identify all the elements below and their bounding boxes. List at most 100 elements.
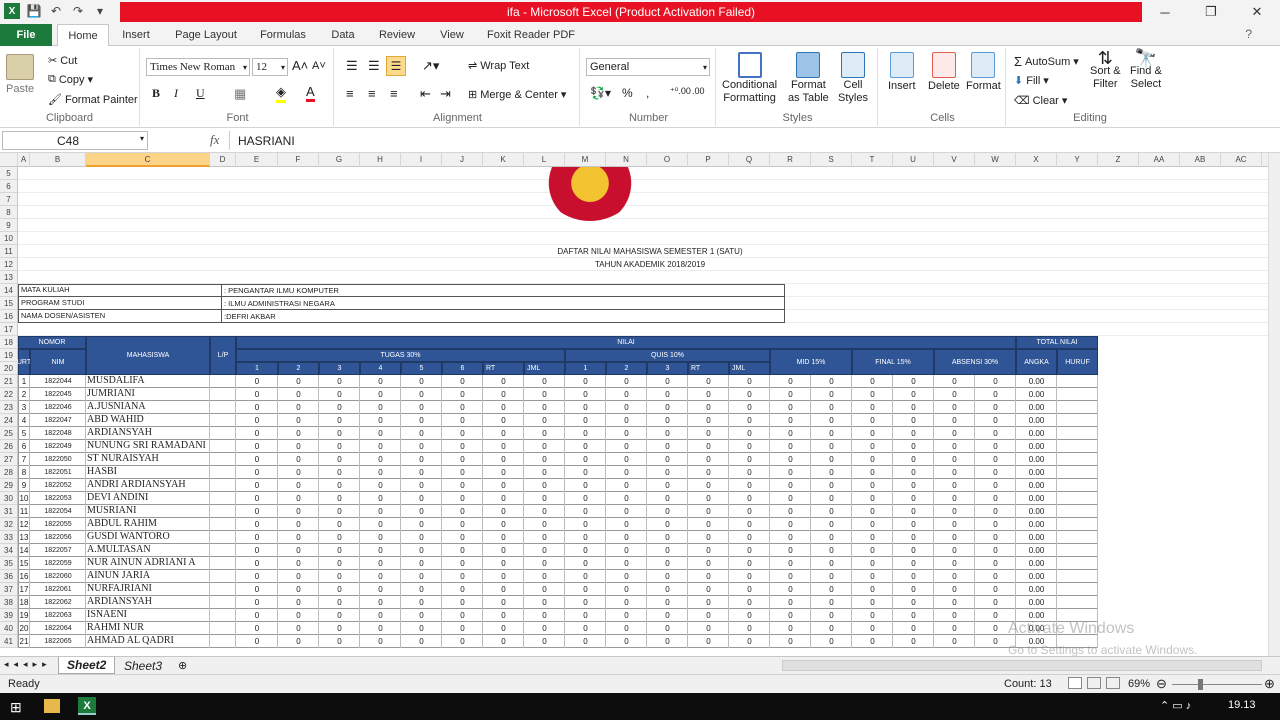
row-header-32[interactable]: 32: [0, 518, 18, 531]
minimize-button[interactable]: ─: [1142, 0, 1188, 24]
page-layout-view-icon[interactable]: [1087, 677, 1101, 689]
row-header-12[interactable]: 12: [0, 258, 18, 271]
redo-icon[interactable]: ↷: [70, 3, 86, 19]
tab-page-layout[interactable]: Page Layout: [170, 24, 242, 46]
row-header-22[interactable]: 22: [0, 388, 18, 401]
system-tray-icons[interactable]: ⌃ ▭ ♪: [1160, 699, 1191, 712]
delete-cells-button[interactable]: Delete: [928, 52, 960, 92]
page-break-view-icon[interactable]: [1106, 677, 1120, 689]
row-header-33[interactable]: 33: [0, 531, 18, 544]
find-select-button[interactable]: 🔭 Find & Select: [1130, 49, 1162, 90]
column-header-f[interactable]: F: [278, 153, 319, 167]
align-top-icon[interactable]: ☰: [346, 58, 358, 74]
row-header-34[interactable]: 34: [0, 544, 18, 557]
column-header-o[interactable]: O: [647, 153, 688, 167]
column-header-p[interactable]: P: [688, 153, 729, 167]
column-header-q[interactable]: Q: [729, 153, 770, 167]
row-header-39[interactable]: 39: [0, 609, 18, 622]
row-header-11[interactable]: 11: [0, 245, 18, 258]
align-right-icon[interactable]: ≡: [390, 86, 398, 101]
close-button[interactable]: ✕: [1234, 0, 1280, 24]
excel-taskbar-icon[interactable]: X: [78, 697, 96, 715]
zoom-slider-thumb[interactable]: [1198, 679, 1203, 690]
row-header-26[interactable]: 26: [0, 440, 18, 453]
tab-review[interactable]: Review: [374, 24, 420, 46]
cell-styles-button[interactable]: Cell Styles: [838, 52, 868, 104]
restore-button[interactable]: ❐: [1188, 0, 1234, 24]
row-header-7[interactable]: 7: [0, 193, 18, 206]
decrease-indent-icon[interactable]: ⇤: [420, 86, 431, 102]
row-header-23[interactable]: 23: [0, 401, 18, 414]
decrease-decimal-icon[interactable]: .00: [692, 86, 705, 96]
column-header-h[interactable]: H: [360, 153, 401, 167]
file-explorer-icon[interactable]: [44, 699, 60, 713]
autosum-button[interactable]: Σ AutoSum ▾: [1014, 54, 1079, 69]
cut-button[interactable]: ✂ Cut: [48, 54, 77, 68]
sort-filter-button[interactable]: ⇅ Sort & Filter: [1090, 49, 1121, 90]
column-header-n[interactable]: N: [606, 153, 647, 167]
chevron-down-icon[interactable]: ▾: [140, 134, 144, 143]
help-icon[interactable]: ?: [1245, 27, 1252, 41]
undo-icon[interactable]: ↶: [48, 3, 64, 19]
conditional-formatting-button[interactable]: Conditional Formatting: [722, 52, 777, 104]
column-header-y[interactable]: Y: [1057, 153, 1098, 167]
worksheet-grid[interactable]: A B C D E F G H I J K L M N O P Q R S T U V W X Y Z AA AB AC 5 6 7 8 9 10…: [0, 153, 1268, 656]
new-sheet-icon[interactable]: ⊕: [170, 657, 195, 674]
clear-button[interactable]: ⌫ Clear ▾: [1014, 94, 1067, 108]
column-header-g[interactable]: G: [319, 153, 360, 167]
save-icon[interactable]: 💾: [26, 3, 42, 19]
column-header-b[interactable]: B: [30, 153, 86, 167]
tab-sheet2[interactable]: Sheet2: [58, 657, 116, 674]
row-header-10[interactable]: 10: [0, 232, 18, 245]
row-header-9[interactable]: 9: [0, 219, 18, 232]
insert-cells-button[interactable]: Insert: [888, 52, 916, 92]
row-header-30[interactable]: 30: [0, 492, 18, 505]
font-size-select[interactable]: 12 ▾: [252, 58, 288, 76]
font-color-icon[interactable]: A: [306, 84, 315, 102]
row-header-25[interactable]: 25: [0, 427, 18, 440]
format-cells-button[interactable]: Format: [966, 52, 1001, 92]
row-header-36[interactable]: 36: [0, 570, 18, 583]
column-header-u[interactable]: U: [893, 153, 934, 167]
increase-decimal-icon[interactable]: ⁺⁰.00: [670, 86, 691, 97]
column-header-s[interactable]: S: [811, 153, 852, 167]
column-header-i[interactable]: I: [401, 153, 442, 167]
column-header-t[interactable]: T: [852, 153, 893, 167]
format-as-table-button[interactable]: Format as Table: [788, 52, 829, 104]
row-header-13[interactable]: 13: [0, 271, 18, 284]
currency-icon[interactable]: 💱▾: [590, 86, 611, 100]
align-left-icon[interactable]: ≡: [346, 86, 354, 101]
row-header-35[interactable]: 35: [0, 557, 18, 570]
row-header-18[interactable]: 18: [0, 336, 18, 349]
row-header-28[interactable]: 28: [0, 466, 18, 479]
sheet-nav-arrows-icon[interactable]: ◂◂◂▸▸: [4, 659, 52, 670]
row-header-24[interactable]: 24: [0, 414, 18, 427]
wrap-text-button[interactable]: ⇌ Wrap Text: [468, 59, 529, 73]
font-name-select[interactable]: Times New Roman ▾: [146, 58, 250, 76]
column-header-d[interactable]: D: [210, 153, 236, 167]
row-header-38[interactable]: 38: [0, 596, 18, 609]
column-header-e[interactable]: E: [236, 153, 278, 167]
column-header-z[interactable]: Z: [1098, 153, 1139, 167]
row-header-20[interactable]: 20: [0, 362, 18, 375]
row-header-31[interactable]: 31: [0, 505, 18, 518]
increase-indent-icon[interactable]: ⇥: [440, 86, 451, 102]
borders-icon[interactable]: ▦: [234, 86, 246, 102]
grow-font-icon[interactable]: A˄: [292, 58, 308, 73]
tab-view[interactable]: View: [434, 24, 470, 46]
vertical-scrollbar[interactable]: [1268, 153, 1280, 656]
column-header-j[interactable]: J: [442, 153, 483, 167]
paste-button[interactable]: Paste: [6, 54, 34, 95]
copy-button[interactable]: ⧉ Copy ▾: [48, 73, 93, 86]
comma-icon[interactable]: ,: [646, 86, 649, 100]
align-bottom-icon[interactable]: ☰: [386, 56, 406, 76]
align-middle-icon[interactable]: ☰: [368, 58, 380, 74]
zoom-level[interactable]: 69%: [1128, 678, 1150, 690]
tab-formulas[interactable]: Formulas: [255, 24, 311, 46]
column-header-c[interactable]: C: [86, 153, 210, 167]
tab-sheet3[interactable]: Sheet3: [116, 657, 170, 674]
row-header-17[interactable]: 17: [0, 323, 18, 336]
insert-function-icon[interactable]: fx: [210, 132, 219, 148]
column-header-a[interactable]: A: [18, 153, 30, 167]
normal-view-icon[interactable]: [1068, 677, 1082, 689]
